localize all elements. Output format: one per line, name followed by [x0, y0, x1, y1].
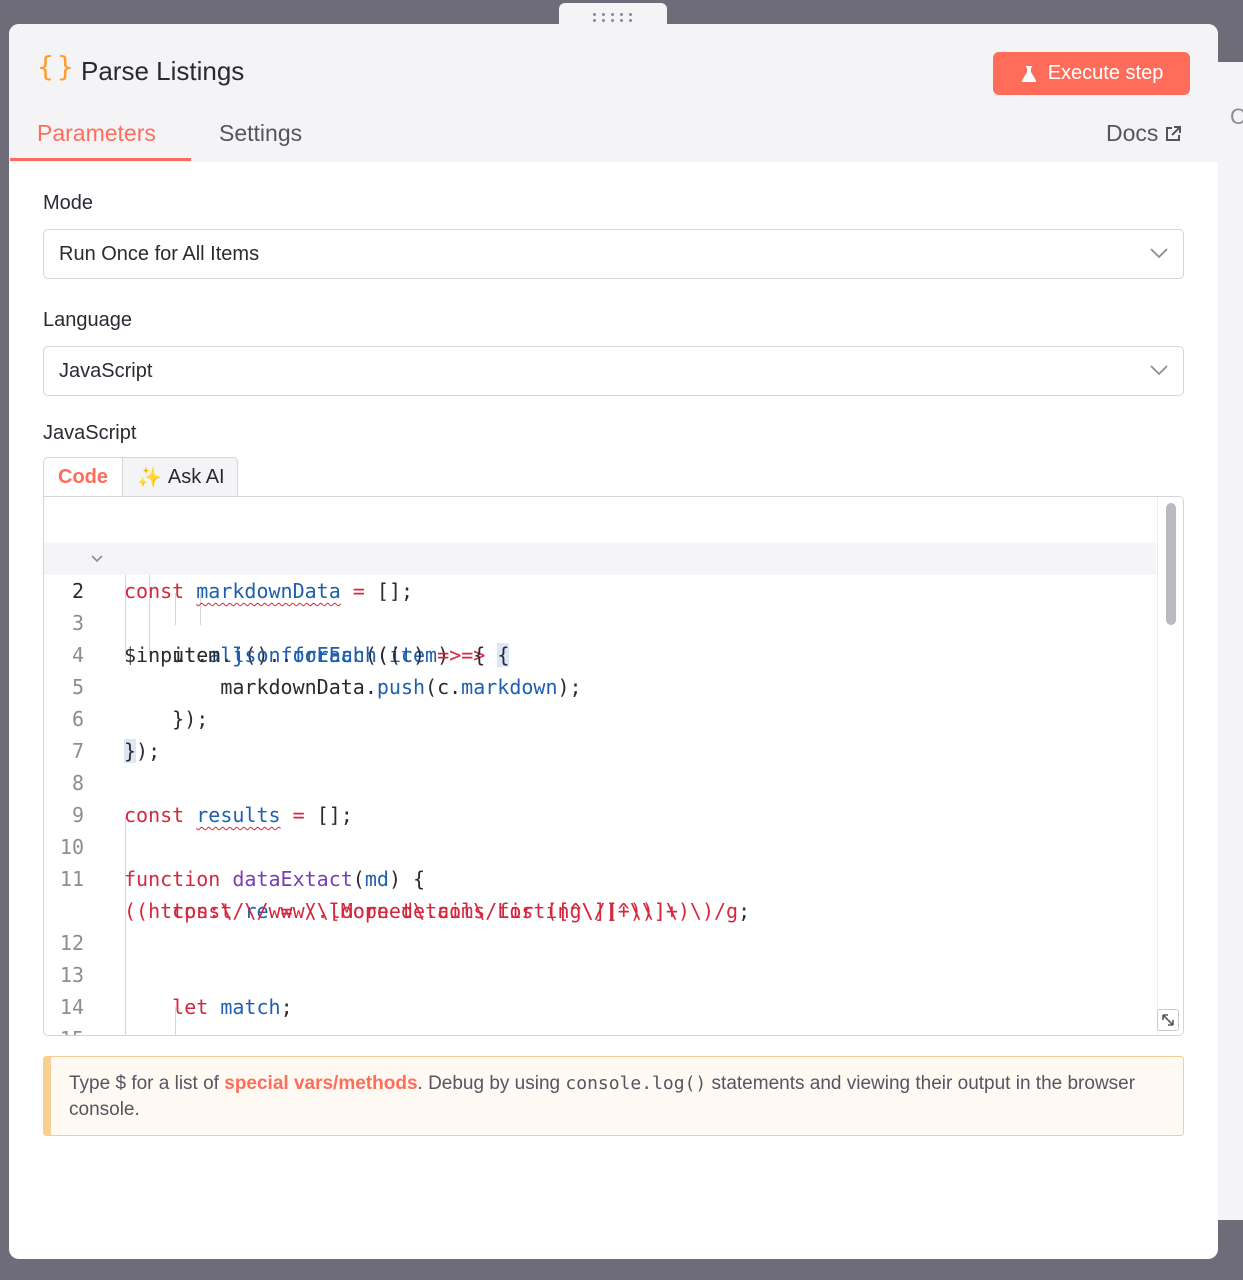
fold-chevron-icon[interactable]: [90, 554, 104, 564]
code-line: 10 function dataExtact(md) {: [44, 799, 1156, 891]
tab-parameters[interactable]: Parameters: [37, 120, 156, 147]
mode-select[interactable]: Run Once for All Items: [43, 229, 1184, 279]
code-line: 3 item.json.forEach((c) => {: [44, 575, 1156, 667]
background-canvas: C: [1218, 62, 1243, 1220]
code-label: JavaScript: [43, 422, 137, 444]
node-title[interactable]: Parse Listings: [81, 56, 244, 87]
special-vars-link[interactable]: special vars/methods: [224, 1073, 417, 1094]
code-line: 12: [44, 895, 1156, 955]
code-line: 9: [44, 767, 1156, 827]
docs-link[interactable]: Docs: [1106, 120, 1182, 147]
drag-dots-icon: [593, 13, 633, 22]
docs-label: Docs: [1106, 120, 1159, 146]
panel-header: {} Parse Listings Execute step Parameter…: [9, 24, 1218, 162]
code-area[interactable]: 1 const markdownData = []; 2 $input.all(…: [44, 497, 1156, 1035]
code-editor[interactable]: 1 const markdownData = []; 2 $input.all(…: [43, 496, 1184, 1036]
code-line: 1 const markdownData = [];: [44, 511, 1156, 603]
code-line-partial: 16 const title = match[1].trim();: [44, 1023, 1156, 1035]
code-line: 6 });: [44, 671, 1156, 763]
code-braces-icon: {}: [37, 50, 77, 83]
node-settings-panel: {} Parse Listings Execute step Parameter…: [9, 24, 1218, 1259]
expand-editor-icon[interactable]: [1157, 1009, 1179, 1031]
flask-icon: [1021, 65, 1036, 82]
scrollbar-thumb[interactable]: [1166, 503, 1176, 625]
language-label: Language: [43, 309, 132, 331]
external-link-icon: [1166, 125, 1182, 141]
tab-code-label: Code: [58, 466, 108, 488]
code-line: 4 markdownData.push(c.markdown);: [44, 607, 1156, 699]
tab-code[interactable]: Code: [43, 457, 123, 497]
hint-text-middle: . Debug by using: [417, 1073, 566, 1094]
execute-step-label: Execute step: [1047, 62, 1164, 84]
background-glyph: C: [1230, 104, 1243, 129]
sparkle-icon: ✨: [137, 466, 162, 489]
language-value: JavaScript: [59, 360, 153, 382]
chevron-down-icon: [1150, 248, 1168, 259]
tab-ask-ai[interactable]: ✨ Ask AI: [122, 457, 238, 497]
code-line: 11 const re = /\[More details for ([^\]]…: [44, 831, 1156, 923]
chevron-down-icon: [1150, 365, 1168, 376]
mode-value: Run Once for All Items: [59, 243, 260, 265]
language-select[interactable]: JavaScript: [43, 346, 1184, 396]
code-line: 8 const results = [];: [44, 735, 1156, 827]
active-tab-indicator: [10, 158, 191, 161]
editor-hint: Type $ for a list of special vars/method…: [43, 1056, 1184, 1136]
mode-label: Mode: [43, 192, 94, 214]
tab-settings[interactable]: Settings: [219, 120, 302, 147]
hint-text-prefix: Type $ for a list of: [69, 1073, 225, 1094]
code-line-wrapped: ((https:\/\/www\.loopnet\.com\/Listing\/…: [124, 899, 751, 923]
hint-code: console.log(): [565, 1073, 707, 1094]
code-line-active: 2 $input.all().forEach((item) => {: [44, 543, 1156, 667]
code-line: 13 let match;: [44, 927, 1156, 1019]
editor-scrollbar[interactable]: [1157, 497, 1183, 1035]
code-line: 15 while ((match = re.exec(md))) {: [44, 991, 1156, 1035]
code-line: 5 });: [44, 639, 1156, 731]
code-line: 7: [44, 703, 1156, 763]
code-line: 14: [44, 959, 1156, 1019]
execute-step-button[interactable]: Execute step: [993, 52, 1190, 95]
tab-ask-ai-label: Ask AI: [167, 465, 225, 488]
